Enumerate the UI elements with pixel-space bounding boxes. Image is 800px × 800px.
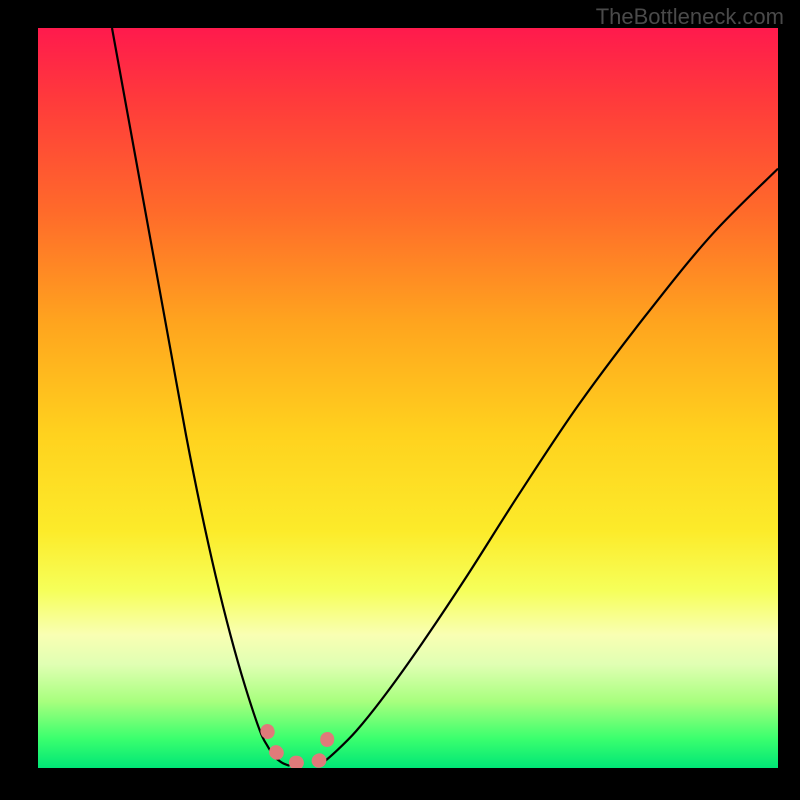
right-curve: [319, 169, 778, 766]
chart-container: TheBottleneck.com: [0, 0, 800, 800]
bottleneck-marker: [267, 724, 328, 763]
watermark-text: TheBottleneck.com: [596, 4, 784, 30]
left-curve: [112, 28, 290, 766]
curve-svg: [38, 28, 778, 768]
